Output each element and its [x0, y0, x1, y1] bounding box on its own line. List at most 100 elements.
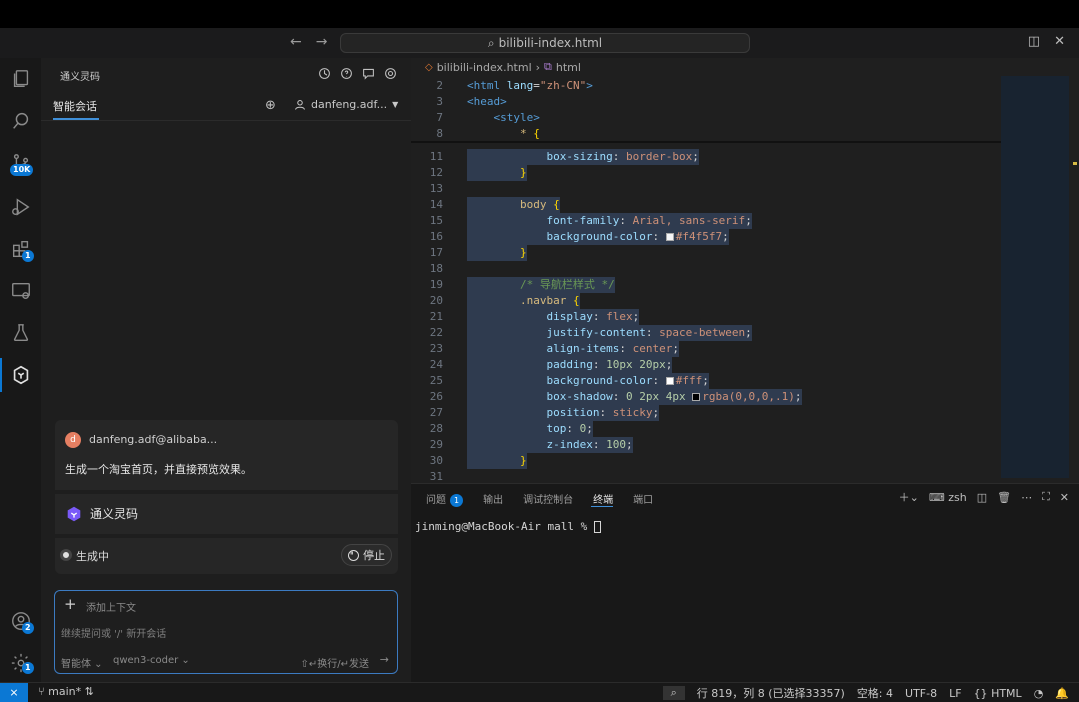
bell-icon[interactable]: 🔔 — [1055, 687, 1069, 700]
git-branch[interactable]: ⑂ main* ⇅ — [38, 685, 94, 698]
add-context-icon[interactable]: + — [64, 595, 77, 613]
line-number: 26 — [429, 390, 443, 403]
message-text: 生成一个淘宝首页，并直接预览效果。 — [65, 463, 252, 476]
code-line[interactable]: 28 top: 0; — [411, 421, 1001, 437]
code-line[interactable]: 7 <style> — [411, 110, 1001, 126]
minimap-slider[interactable] — [1001, 76, 1069, 478]
send-button[interactable]: → — [380, 653, 389, 666]
code-line[interactable]: 25 background-color: #fff; — [411, 373, 1001, 389]
search-icon[interactable] — [8, 108, 34, 134]
code-line[interactable]: 13 — [411, 181, 1001, 197]
line-number: 14 — [429, 198, 443, 211]
stop-button[interactable]: 停止 — [341, 544, 392, 566]
language-mode[interactable]: {} HTML — [974, 687, 1022, 700]
code-line[interactable]: 12 } — [411, 165, 1001, 181]
search-icon: ⌕ — [487, 35, 495, 50]
remote-explorer-icon[interactable] — [8, 278, 34, 304]
split-terminal-icon[interactable]: ◫ — [977, 491, 987, 504]
source-control-icon[interactable]: 10K — [8, 150, 34, 176]
code-line[interactable]: 17 } — [411, 245, 1001, 261]
settings-gear-icon[interactable]: 1 — [8, 650, 34, 676]
code-line[interactable]: 23 align-items: center; — [411, 341, 1001, 357]
zoom-icon[interactable]: ⌕ — [662, 686, 685, 700]
line-number: 27 — [429, 406, 443, 419]
tab-smart-chat[interactable]: 智能会话 — [53, 98, 97, 114]
history-icon[interactable] — [317, 66, 331, 80]
cursor-position[interactable]: 行 819，列 8 (已选择33357) — [697, 685, 845, 701]
panel-tab[interactable]: 端口 — [633, 491, 653, 507]
terminal-output[interactable]: jinming@MacBook-Air mall % — [415, 520, 601, 533]
code-line[interactable]: 24 padding: 10px 20px; — [411, 357, 1001, 373]
code-line[interactable]: 27 position: sticky; — [411, 405, 1001, 421]
code-line[interactable]: 8 * { — [411, 126, 1001, 142]
code-line[interactable]: 22 justify-content: space-between; — [411, 325, 1001, 341]
code-text: } — [467, 453, 527, 469]
code-line[interactable]: 14 body { — [411, 197, 1001, 213]
accounts-icon[interactable]: 2 — [8, 608, 34, 634]
code-line[interactable]: 20 .navbar { — [411, 293, 1001, 309]
model-select[interactable]: qwen3-coder ⌄ — [113, 655, 190, 666]
code-text: top: 0; — [467, 421, 593, 437]
code-editor[interactable]: ◇ bilibili-index.html › ⧉ html 2 <html la… — [411, 58, 1079, 483]
code-text: z-index: 100; — [467, 437, 633, 453]
panel-tab[interactable]: 问题 1 — [426, 491, 464, 507]
add-context-label[interactable]: 添加上下文 — [86, 599, 136, 614]
feedback-icon[interactable] — [361, 66, 375, 80]
code-text: <head> — [467, 95, 507, 108]
more-icon[interactable]: ⋯ — [1021, 491, 1032, 504]
breadcrumb-separator: › — [535, 60, 541, 74]
code-line[interactable]: 21 display: flex; — [411, 309, 1001, 325]
toggle-layout-icon[interactable]: ◫ — [1028, 34, 1040, 49]
code-line[interactable]: 18 — [411, 261, 1001, 277]
trash-icon[interactable]: 🗑 — [997, 491, 1011, 504]
code-line[interactable]: 26 box-shadow: 0 2px 4px rgba(0,0,0,.1); — [411, 389, 1001, 405]
code-line[interactable]: 3 <head> — [411, 94, 1001, 110]
help-icon[interactable] — [339, 66, 353, 80]
activity-bar: 10K 1 2 1 — [0, 58, 41, 682]
code-line[interactable]: 15 font-family: Arial, sans-serif; — [411, 213, 1001, 229]
user-select[interactable]: danfeng.adf... ▼ — [294, 98, 398, 111]
settings-icon[interactable] — [383, 66, 397, 80]
code-line[interactable]: 2 <html lang="zh-CN"> — [411, 78, 1001, 94]
new-terminal-icon[interactable]: ＋⌄ — [899, 489, 919, 505]
indentation[interactable]: 空格: 4 — [857, 685, 893, 701]
chat-input-box: + 添加上下文 智能体 ⌄ qwen3-coder ⌄ ⇧↵换行/↵发送 → — [54, 590, 398, 674]
explorer-icon[interactable] — [8, 66, 34, 92]
mode-select[interactable]: 智能体 ⌄ — [61, 655, 103, 670]
panel-tab[interactable]: 输出 — [483, 491, 503, 507]
maximize-icon[interactable]: ⛶ — [1042, 490, 1050, 504]
code-text: box-sizing: border-box; — [467, 149, 699, 165]
forward-button[interactable]: → — [316, 34, 328, 50]
breadcrumb-file[interactable]: bilibili-index.html — [437, 61, 532, 74]
run-debug-icon[interactable] — [8, 194, 34, 220]
testing-icon[interactable] — [8, 320, 34, 346]
back-button[interactable]: ← — [290, 34, 302, 50]
encoding[interactable]: UTF-8 — [905, 687, 937, 700]
minimap[interactable] — [1001, 76, 1069, 478]
command-center-label: bilibili-index.html — [498, 36, 603, 50]
remote-indicator[interactable]: ⨯ — [0, 683, 28, 702]
panel-tab[interactable]: 终端 — [593, 491, 613, 507]
code-line[interactable]: 19 /* 导航栏样式 */ — [411, 277, 1001, 293]
close-icon[interactable]: ✕ — [1054, 34, 1065, 49]
code-text: * { — [519, 127, 540, 140]
extensions-icon[interactable]: 1 — [8, 236, 34, 262]
panel-actions: ＋⌄ ⌨ zsh ◫ 🗑 ⋯ ⛶ ✕ — [899, 489, 1069, 505]
close-panel-icon[interactable]: ✕ — [1060, 491, 1069, 504]
panel-tab[interactable]: 调试控制台 — [523, 491, 573, 507]
terminal-shell-icon[interactable]: ⌨ zsh — [929, 491, 967, 504]
chat-input[interactable] — [61, 625, 391, 643]
code-line[interactable]: 16 background-color: #f4f5f7; — [411, 229, 1001, 245]
breadcrumb-node[interactable]: html — [556, 61, 581, 74]
code-text: body { — [467, 197, 560, 213]
notifications-icon[interactable]: ◔ — [1034, 687, 1044, 700]
tongyi-lingma-icon[interactable] — [0, 358, 34, 392]
command-center-search[interactable]: ⌕ bilibili-index.html — [340, 33, 750, 53]
code-line[interactable]: 11 box-sizing: border-box; — [411, 149, 1001, 165]
code-line[interactable]: 30 } — [411, 453, 1001, 469]
line-number: 18 — [429, 262, 443, 275]
end-of-line[interactable]: LF — [949, 687, 961, 700]
code-line[interactable]: 29 z-index: 100; — [411, 437, 1001, 453]
new-chat-button[interactable]: ⊕ — [265, 98, 276, 113]
status-bar: ⨯ ⑂ main* ⇅ ⌕ 行 819，列 8 (已选择33357) 空格: 4… — [0, 682, 1079, 702]
